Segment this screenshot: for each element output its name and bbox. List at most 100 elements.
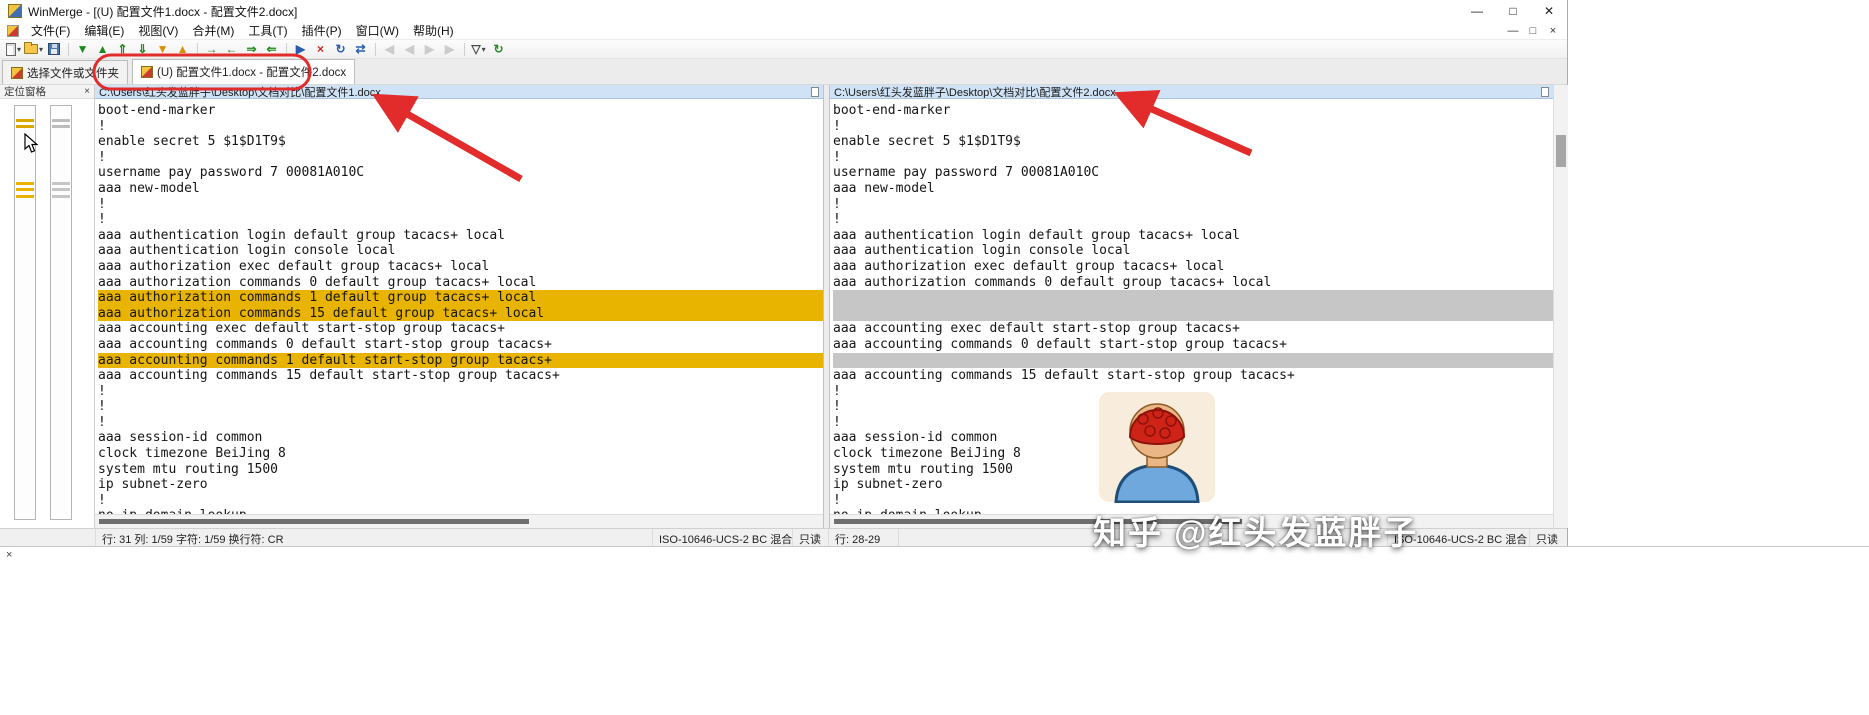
child-window-icon[interactable]	[7, 24, 19, 37]
code-line[interactable]: !	[833, 197, 1553, 213]
vertical-scrollbar[interactable]	[1553, 85, 1568, 528]
diff-mark[interactable]	[52, 195, 70, 198]
left-pane-content[interactable]: boot-end-marker! enable secret 5 $1$D1T9$…	[95, 99, 823, 514]
first-difference-button[interactable]: ⇑	[113, 41, 132, 58]
mdi-restore-button[interactable]: □	[1523, 25, 1543, 37]
diff-mark[interactable]	[16, 188, 34, 191]
diff-gap-line[interactable]	[833, 352, 1553, 369]
diff-mark[interactable]	[52, 188, 70, 191]
next-page-button[interactable]: ▶	[420, 41, 439, 58]
previous-file-button[interactable]: ◀	[380, 41, 399, 58]
previous-page-button[interactable]: ◀	[400, 41, 419, 58]
code-line[interactable]: enable secret 5 $1$D1T9$	[833, 134, 1553, 150]
save-button[interactable]	[44, 41, 63, 58]
code-line[interactable]: !	[98, 197, 823, 213]
code-line[interactable]: aaa authorization exec default group tac…	[98, 259, 823, 275]
location-strip-right[interactable]	[50, 105, 72, 520]
code-line[interactable]: !	[98, 384, 823, 400]
code-line[interactable]: aaa authorization commands 0 default gro…	[833, 275, 1553, 291]
code-line[interactable]: username pay password 7 00081A010C	[98, 165, 823, 181]
code-line[interactable]: aaa authentication login default group t…	[833, 228, 1553, 244]
swap-panes-button[interactable]: ⇄	[351, 41, 370, 58]
code-line[interactable]: aaa accounting commands 15 default start…	[98, 368, 823, 384]
diff-highlight-line[interactable]: aaa authorization commands 1 default gro…	[98, 290, 823, 306]
location-pane-close-button[interactable]: ×	[84, 86, 90, 97]
code-line[interactable]: !	[98, 212, 823, 228]
left-pane-header[interactable]: C:\Users\红头发蓝胖子\Desktop\文档对比\配置文件1.docx	[95, 85, 823, 99]
code-line[interactable]: aaa authorization commands 0 default gro…	[98, 275, 823, 291]
mdi-minimize-button[interactable]: —	[1503, 25, 1523, 37]
right-horizontal-scrollbar[interactable]	[830, 514, 1553, 528]
code-line[interactable]: !	[833, 119, 1553, 135]
code-line[interactable]: !	[833, 212, 1553, 228]
diff-mark[interactable]	[16, 195, 34, 198]
new-document-button[interactable]: ▾	[4, 41, 23, 58]
copy-to-right-button[interactable]: →	[202, 41, 221, 58]
diff-highlight-line[interactable]: aaa accounting commands 1 default start-…	[98, 352, 823, 369]
delete-button[interactable]: ×	[311, 41, 330, 58]
diff-mark[interactable]	[16, 119, 34, 122]
code-line[interactable]: aaa authorization exec default group tac…	[833, 259, 1553, 275]
right-pane-header[interactable]: C:\Users\红头发蓝胖子\Desktop\文档对比\配置文件2.docx	[830, 85, 1553, 99]
diff-gap-line[interactable]	[833, 305, 1553, 322]
code-line[interactable]: boot-end-marker	[98, 103, 823, 119]
filter-button[interactable]: ▽ ▾	[469, 41, 488, 58]
code-line[interactable]: username pay password 7 00081A010C	[833, 165, 1553, 181]
maximize-button[interactable]: □	[1495, 0, 1531, 22]
tab-select-files[interactable]: 选择文件或文件夹	[2, 60, 128, 84]
code-line[interactable]: aaa accounting commands 15 default start…	[833, 368, 1553, 384]
next-conflict-button[interactable]: ▼	[153, 41, 172, 58]
code-line[interactable]: aaa accounting exec default start-stop g…	[833, 321, 1553, 337]
tab-compare-docx[interactable]: (U) 配置文件1.docx - 配置文件2.docx	[132, 59, 356, 84]
close-button[interactable]: ✕	[1531, 0, 1567, 22]
copy-to-left-button[interactable]: ←	[222, 41, 241, 58]
menu-edit[interactable]: 编辑(E)	[77, 20, 131, 41]
code-line[interactable]: enable secret 5 $1$D1T9$	[98, 134, 823, 150]
recompare-button[interactable]: ↻	[489, 41, 508, 58]
mdi-close-button[interactable]: ×	[1543, 25, 1563, 37]
code-line[interactable]: ip subnet-zero	[98, 477, 823, 493]
scrollbar-thumb[interactable]	[834, 519, 1242, 524]
code-line[interactable]: !	[98, 493, 823, 509]
code-line[interactable]: !	[98, 415, 823, 431]
menu-help[interactable]: 帮助(H)	[406, 20, 461, 41]
code-line[interactable]: !	[98, 150, 823, 166]
diff-mark[interactable]	[16, 125, 34, 128]
code-line[interactable]: aaa accounting exec default start-stop g…	[98, 321, 823, 337]
location-strip-left[interactable]	[14, 105, 36, 520]
code-line[interactable]: aaa session-id common	[98, 430, 823, 446]
code-line[interactable]: clock timezone BeiJing 8	[98, 446, 823, 462]
right-pane-content[interactable]: boot-end-marker! enable secret 5 $1$D1T9$…	[830, 99, 1553, 514]
code-line[interactable]: !	[98, 119, 823, 135]
code-line[interactable]: aaa new-model	[833, 181, 1553, 197]
previous-conflict-button[interactable]: ▲	[173, 41, 192, 58]
code-line[interactable]: aaa accounting commands 0 default start-…	[833, 337, 1553, 353]
left-horizontal-scrollbar[interactable]	[95, 514, 823, 528]
diff-mark[interactable]	[16, 182, 34, 185]
code-line[interactable]: !	[98, 399, 823, 415]
scrollbar-thumb[interactable]	[99, 519, 529, 524]
previous-difference-button[interactable]: ▲	[93, 41, 112, 58]
next-difference-button[interactable]: ▼	[73, 41, 92, 58]
pane-splitter[interactable]	[823, 85, 830, 528]
diff-mark[interactable]	[52, 182, 70, 185]
diff-mark[interactable]	[52, 119, 70, 122]
bottom-panel-close-button[interactable]: ×	[2, 548, 16, 562]
diff-mark[interactable]	[52, 125, 70, 128]
auto-merge-button[interactable]: ▶	[291, 41, 310, 58]
menu-plugins[interactable]: 插件(P)	[295, 20, 349, 41]
code-line[interactable]: aaa authentication login console local	[833, 243, 1553, 259]
menu-merge[interactable]: 合并(M)	[185, 20, 241, 41]
menu-file[interactable]: 文件(F)	[24, 20, 77, 41]
code-line[interactable]: boot-end-marker	[833, 103, 1553, 119]
diff-gap-line[interactable]	[833, 290, 1553, 306]
code-line[interactable]: aaa authentication login default group t…	[98, 228, 823, 244]
code-line[interactable]: aaa new-model	[98, 181, 823, 197]
code-line[interactable]: aaa authentication login console local	[98, 243, 823, 259]
menu-view[interactable]: 视图(V)	[131, 20, 185, 41]
minimize-button[interactable]: —	[1459, 0, 1495, 22]
menu-tools[interactable]: 工具(T)	[241, 20, 294, 41]
refresh-button[interactable]: ↻	[331, 41, 350, 58]
diff-highlight-line[interactable]: aaa authorization commands 15 default gr…	[98, 305, 823, 322]
code-line[interactable]: aaa accounting commands 0 default start-…	[98, 337, 823, 353]
